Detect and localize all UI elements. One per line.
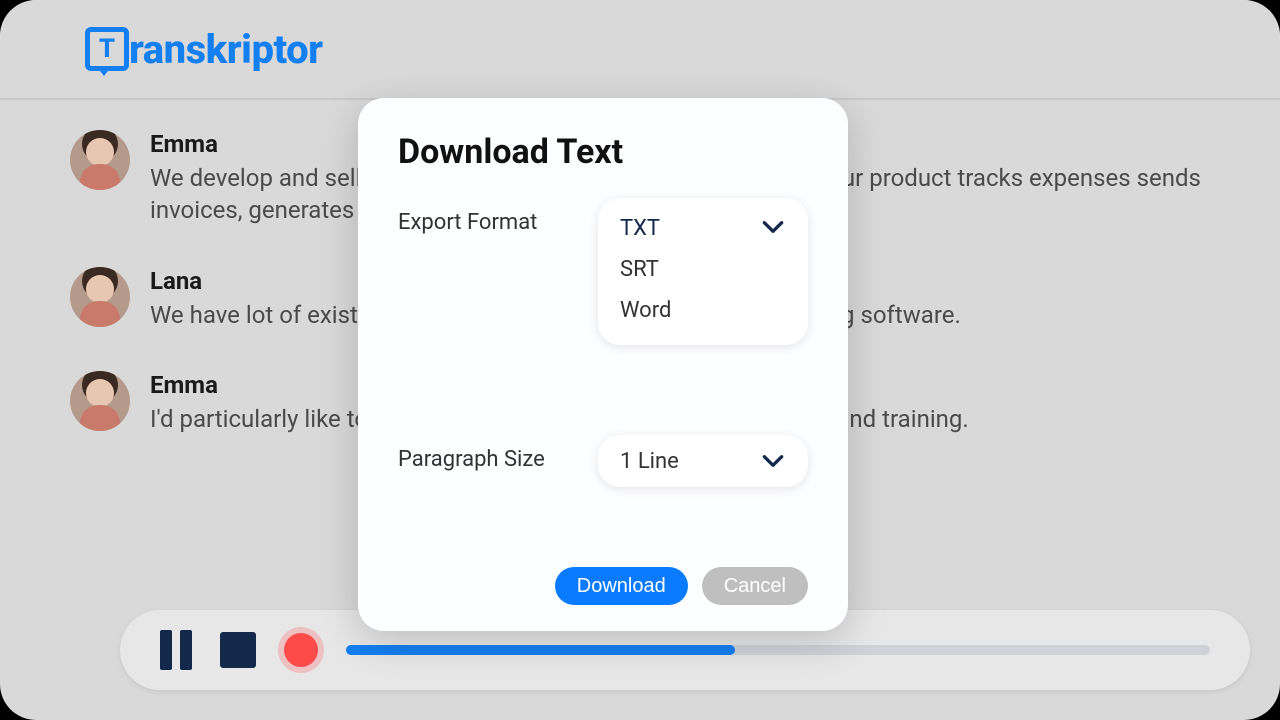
export-format-row: Export Format TXT SRT Word bbox=[398, 198, 808, 345]
chevron-down-icon bbox=[760, 214, 786, 240]
brand-logo-icon: T bbox=[85, 27, 129, 71]
progress-fill bbox=[346, 645, 735, 655]
paragraph-size-label: Paragraph Size bbox=[398, 435, 568, 472]
brand-logo-letter: T bbox=[99, 36, 115, 62]
app-window: T ranskriptor Emma We develop and sell a… bbox=[0, 0, 1280, 720]
export-format-option-word[interactable]: Word bbox=[620, 290, 786, 331]
paragraph-size-select[interactable]: 1 Line bbox=[598, 435, 808, 487]
pause-button[interactable] bbox=[160, 630, 192, 670]
stop-button[interactable] bbox=[220, 632, 256, 668]
download-text-dialog: Download Text Export Format TXT SRT Word… bbox=[358, 98, 848, 631]
record-indicator-icon bbox=[284, 633, 318, 667]
cancel-button[interactable]: Cancel bbox=[702, 567, 808, 605]
chevron-down-icon bbox=[760, 448, 786, 474]
progress-track[interactable] bbox=[346, 645, 1210, 655]
dialog-title: Download Text bbox=[398, 132, 808, 172]
export-format-option-srt[interactable]: SRT bbox=[620, 249, 786, 290]
paragraph-size-value: 1 Line bbox=[620, 449, 679, 474]
avatar bbox=[70, 371, 130, 431]
download-button[interactable]: Download bbox=[555, 567, 688, 605]
avatar bbox=[70, 267, 130, 327]
paragraph-size-row: Paragraph Size 1 Line bbox=[398, 435, 808, 487]
dialog-actions: Download Cancel bbox=[398, 567, 808, 605]
export-format-select[interactable]: TXT SRT Word bbox=[598, 198, 808, 345]
header: T ranskriptor bbox=[0, 0, 1280, 100]
export-format-label: Export Format bbox=[398, 198, 568, 235]
brand-name: ranskriptor bbox=[129, 26, 323, 73]
avatar bbox=[70, 130, 130, 190]
brand-logo: T ranskriptor bbox=[85, 26, 323, 73]
